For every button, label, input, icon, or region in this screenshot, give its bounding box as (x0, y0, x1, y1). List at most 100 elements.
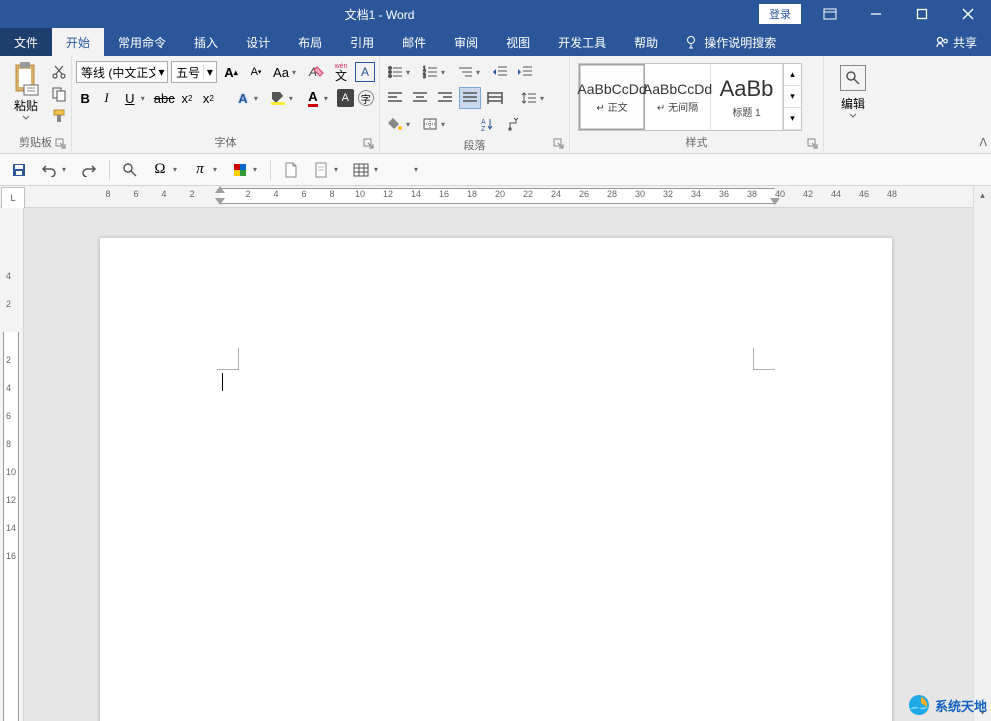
underline-button[interactable]: U (119, 87, 141, 109)
first-line-indent-marker[interactable] (215, 186, 225, 193)
right-indent-marker[interactable] (770, 198, 780, 205)
show-marks-button[interactable] (502, 113, 524, 135)
clipboard-launcher[interactable] (55, 137, 69, 151)
hanging-indent-marker[interactable] (215, 198, 225, 205)
maximize-button[interactable] (899, 0, 945, 28)
sort-button[interactable]: AZ (477, 113, 499, 135)
vertical-scrollbar[interactable]: ▴ ▾ (973, 186, 991, 721)
font-family-combo[interactable]: 等线 (中文正文)▾ (76, 61, 168, 83)
style-normal[interactable]: AaBbCcDd ↵ 正文 (579, 64, 645, 130)
char-shading-button[interactable]: 字 (357, 87, 375, 109)
page-setup-button[interactable] (308, 158, 334, 182)
font-size-combo[interactable]: 五号▾ (171, 61, 217, 83)
superscript-button[interactable]: x2 (199, 87, 217, 109)
paragraph-label: 段落 (384, 135, 565, 156)
ribbon-display-options-button[interactable] (807, 0, 853, 28)
numbering-button[interactable]: 123 (419, 61, 441, 83)
styles-scroll-down[interactable]: ▾ (784, 86, 801, 108)
svg-text:A: A (481, 119, 486, 126)
font-color-button[interactable]: A (302, 87, 324, 109)
align-justify-button[interactable] (459, 87, 481, 109)
paste-button[interactable]: 粘贴 (4, 59, 48, 124)
symbol-button[interactable]: Ω (147, 158, 173, 182)
shrink-font-button[interactable]: A▾ (245, 61, 267, 83)
ruler-h-scale[interactable]: 8642246810121416182022242628303234363840… (100, 186, 991, 207)
enclose-char-button[interactable]: A (337, 89, 354, 107)
style-heading1[interactable]: AaBb 标题 1 (711, 64, 783, 130)
new-doc-button[interactable] (278, 158, 304, 182)
clear-format-button[interactable]: A (305, 61, 327, 83)
close-button[interactable] (945, 0, 991, 28)
tab-help[interactable]: 帮助 (620, 28, 672, 56)
align-right-button[interactable] (434, 87, 456, 109)
table-button[interactable] (348, 158, 374, 182)
tab-selector[interactable]: L (1, 187, 25, 209)
char-border-button[interactable]: A (355, 62, 375, 82)
tell-me-search[interactable]: 操作说明搜索 (672, 28, 788, 56)
tab-dev[interactable]: 开发工具 (544, 28, 620, 56)
tab-review[interactable]: 审阅 (440, 28, 492, 56)
text-effects-button[interactable]: A (232, 87, 254, 109)
copy-button[interactable] (50, 85, 68, 103)
style-nospacing[interactable]: AaBbCcDd ↵ 无间隔 (645, 64, 711, 130)
watermark-text: 系统天地 (935, 696, 987, 715)
group-edit: 编辑 (824, 56, 882, 153)
line-spacing-button[interactable] (518, 87, 540, 109)
align-left-button[interactable] (384, 87, 406, 109)
styles-expand[interactable]: ▾ (784, 108, 801, 130)
tab-view[interactable]: 视图 (492, 28, 544, 56)
font-launcher[interactable] (363, 137, 377, 151)
subscript-button[interactable]: x2 (178, 87, 196, 109)
color-button[interactable] (227, 158, 253, 182)
zoom-button[interactable] (117, 158, 143, 182)
page[interactable] (100, 238, 892, 721)
text-cursor (222, 373, 223, 391)
login-button[interactable]: 登录 (759, 4, 801, 24)
tab-mail[interactable]: 邮件 (388, 28, 440, 56)
equation-button[interactable]: π (187, 158, 213, 182)
collapse-ribbon-button[interactable]: ᐱ (979, 136, 987, 149)
ruler-vertical[interactable]: 42246810121416 (0, 208, 24, 721)
cut-button[interactable] (50, 63, 68, 81)
find-button[interactable]: 编辑 (828, 59, 878, 126)
italic-button[interactable]: I (97, 87, 115, 109)
chevron-down-icon (849, 112, 857, 120)
tab-reference[interactable]: 引用 (336, 28, 388, 56)
tell-me-label: 操作说明搜索 (704, 34, 776, 51)
align-center-button[interactable] (409, 87, 431, 109)
tab-insert[interactable]: 插入 (180, 28, 232, 56)
increase-indent-button[interactable] (514, 61, 536, 83)
shading-button[interactable] (384, 113, 406, 135)
decrease-indent-button[interactable] (489, 61, 511, 83)
phonetic-guide-button[interactable]: wén文 (330, 61, 352, 83)
bold-button[interactable]: B (76, 87, 94, 109)
save-button[interactable] (6, 158, 32, 182)
qat-more-button[interactable] (388, 158, 414, 182)
tab-home[interactable]: 开始 (52, 28, 104, 56)
styles-launcher[interactable] (807, 137, 821, 151)
bullets-button[interactable] (384, 61, 406, 83)
minimize-button[interactable] (853, 0, 899, 28)
change-case-button[interactable]: Aa (270, 61, 292, 83)
margin-marker-tl (217, 348, 239, 370)
scroll-up-button[interactable]: ▴ (974, 186, 991, 204)
distribute-button[interactable] (484, 87, 506, 109)
grow-font-button[interactable]: A▴ (220, 61, 242, 83)
borders-button[interactable] (419, 113, 441, 135)
svg-text:3: 3 (423, 74, 426, 79)
tab-common[interactable]: 常用命令 (104, 28, 180, 56)
ribbon: 粘贴 剪贴板 等线 (中文正文)▾ 五号▾ A▴ A▾ Aa▾ A wén文 A (0, 56, 991, 154)
chevron-down-icon (22, 114, 30, 122)
styles-scroll-up[interactable]: ▴ (784, 64, 801, 86)
format-painter-button[interactable] (50, 107, 68, 125)
highlight-button[interactable] (267, 87, 289, 109)
tab-design[interactable]: 设计 (232, 28, 284, 56)
tab-file[interactable]: 文件 (0, 28, 52, 56)
paragraph-launcher[interactable] (553, 137, 567, 151)
strike-button[interactable]: abc (154, 87, 175, 109)
undo-button[interactable] (36, 158, 62, 182)
redo-button[interactable] (76, 158, 102, 182)
share-button[interactable]: 共享 (921, 28, 991, 56)
tab-layout[interactable]: 布局 (284, 28, 336, 56)
multilevel-button[interactable] (454, 61, 476, 83)
